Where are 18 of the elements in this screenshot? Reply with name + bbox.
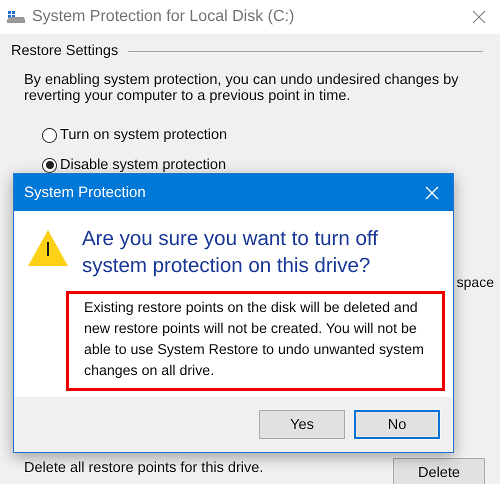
radio-button[interactable]: [42, 128, 57, 142]
radio-option[interactable]: Turn on system protection: [42, 120, 228, 150]
close-icon[interactable]: [472, 10, 486, 24]
delete-button[interactable]: Delete: [393, 458, 485, 484]
dialog-button[interactable]: Yes: [259, 410, 345, 439]
partial-label: space: [456, 274, 494, 290]
radio-option[interactable]: Disable system protection: [42, 150, 226, 180]
delete-description: Delete all restore points for this drive.: [24, 460, 264, 476]
drive-icon: [6, 10, 26, 24]
dialog-title: System Protection: [24, 184, 146, 201]
window-title: System Protection for Local Disk (C:): [32, 8, 296, 26]
group-heading: Restore Settings: [11, 43, 118, 59]
description-text: By enabling system protection, you can undo undesired changes by reverting your computer to a previous point in time.: [24, 72, 460, 104]
dialog-question: Are you sure you want to turn off system protection on this drive?: [82, 226, 379, 279]
radio-button[interactable]: [42, 158, 57, 172]
warning-icon: [27, 229, 69, 267]
dialog-message: Existing restore points on the disk will be deleted and new restore points will not be created. You will not be able to use System Restore to undo unwanted system changes on all drive.: [66, 291, 445, 391]
dialog-button[interactable]: No: [354, 410, 440, 439]
